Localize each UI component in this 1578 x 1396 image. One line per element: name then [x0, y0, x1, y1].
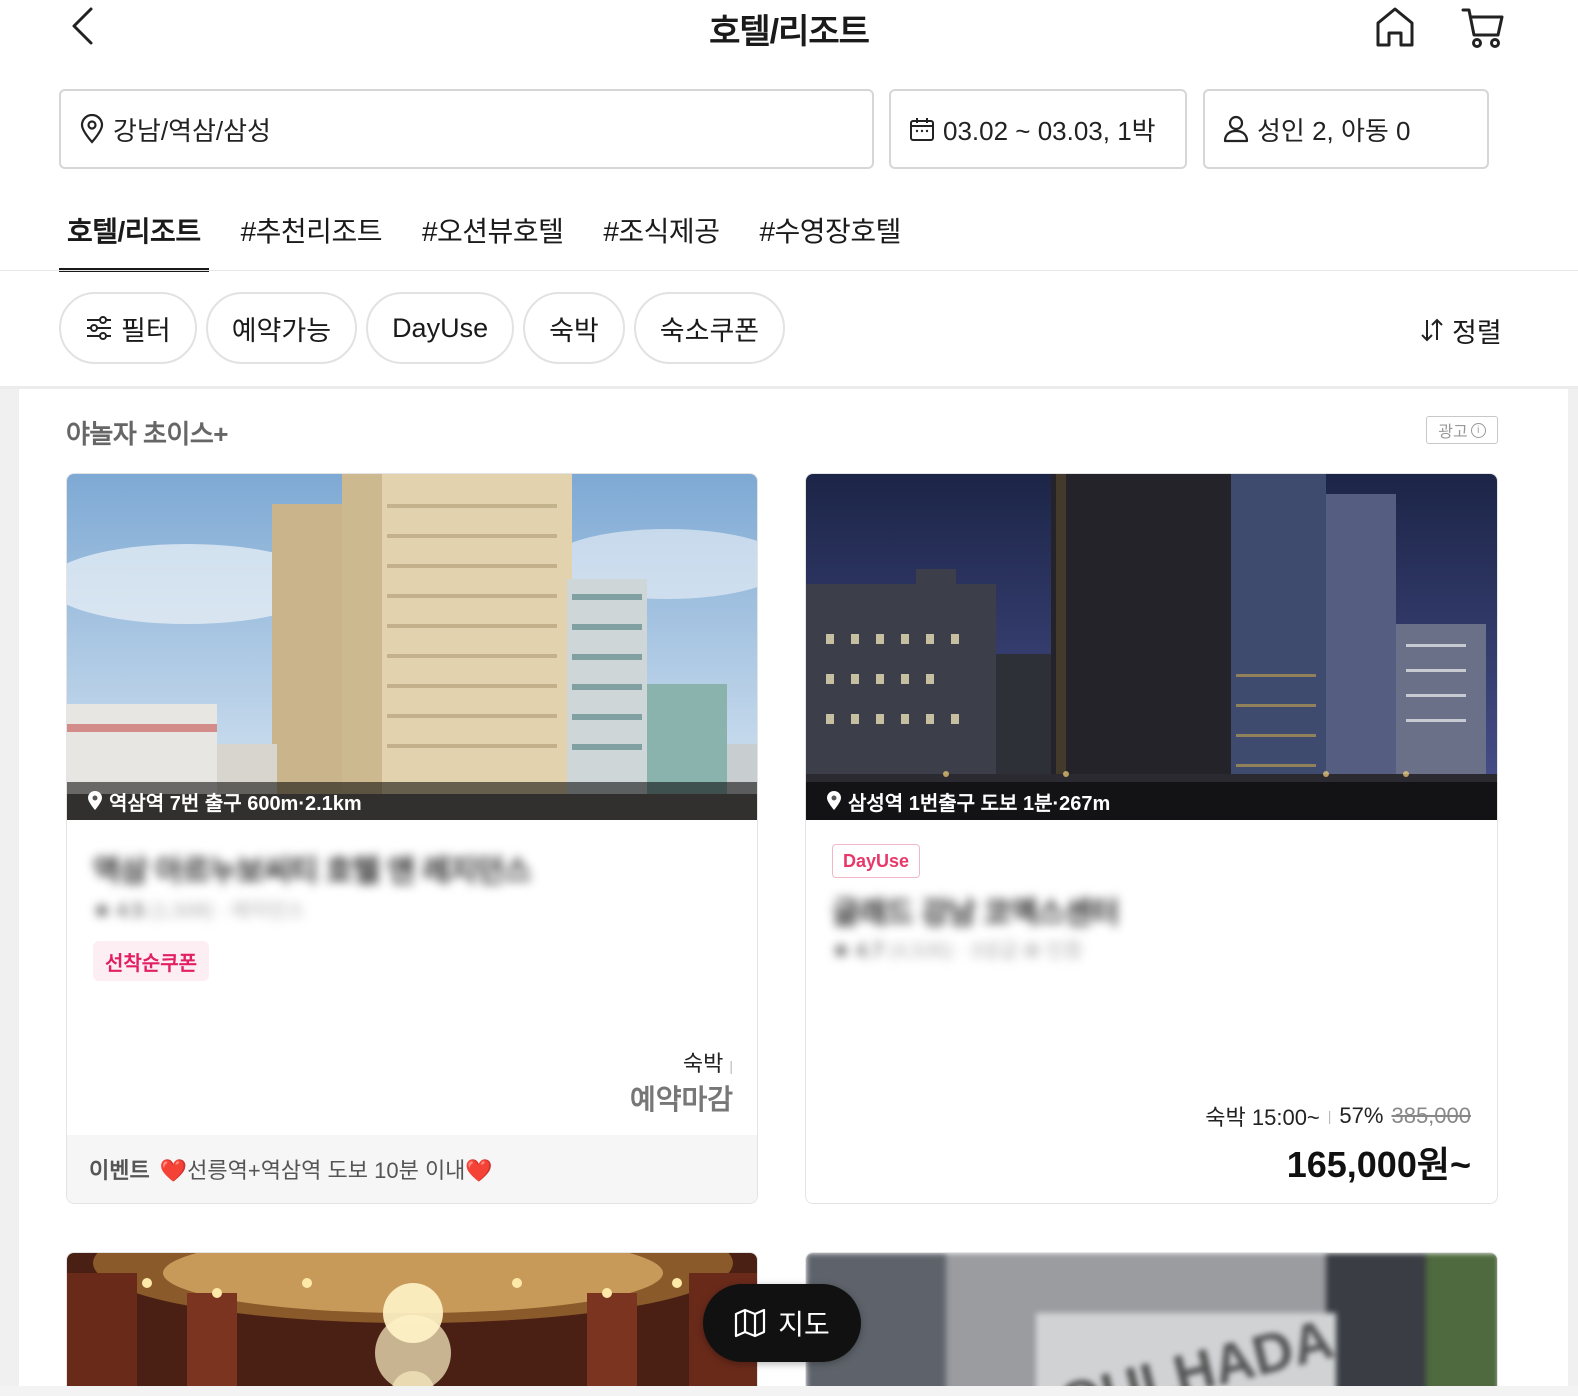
location-value: 강남/역삼/삼성: [113, 115, 271, 146]
chip-coupon[interactable]: 숙소쿠폰: [633, 292, 786, 364]
date-field[interactable]: 03.02 ~ 03.03, 1박: [889, 89, 1187, 169]
sort-arrows-icon: [1421, 318, 1443, 342]
filter-label: 필터: [121, 315, 171, 346]
review-count: (1,508): [149, 900, 214, 922]
category-tabs: 호텔/리조트 #추천리조트 #오션뷰호텔 #조식제공 #수영장호텔: [59, 196, 933, 272]
home-button[interactable]: [1370, 2, 1420, 52]
tabs-divider: [0, 270, 1578, 271]
filter-button[interactable]: 필터: [59, 292, 197, 364]
tab-recommended-resort[interactable]: #추천리조트: [233, 196, 390, 272]
cart-button[interactable]: [1458, 2, 1508, 52]
map-pin-icon: [88, 791, 102, 810]
hotel-category: · 레지던스: [218, 900, 305, 922]
rating-row: ★ 4.5 (1,508) · 레지던스: [93, 894, 305, 923]
location-field[interactable]: 강남/역삼/삼성: [59, 89, 874, 169]
section-title: 야놀자 초이스+: [66, 419, 228, 449]
event-label: 이벤트: [89, 1158, 150, 1183]
hotel-card[interactable]: OULHADA: [805, 1252, 1498, 1396]
dayuse-badge: DayUse: [832, 844, 921, 878]
hotel-card[interactable]: 역삼역 7번 출구 600m·2.1km 역삼 아르누보씨티 호텔 앤 레지던스…: [66, 473, 758, 1204]
separator: |: [729, 1058, 733, 1074]
separator: |: [1327, 1108, 1332, 1124]
hotel-name: 역삼 아르누보씨티 호텔 앤 레지던스: [93, 855, 531, 888]
price-type-label: 숙박 15:00~: [1205, 1105, 1320, 1130]
hotel-photo: 삼성역 1번출구 도보 1분·267m: [806, 474, 1497, 820]
location-text: 역삼역 7번 출구 600m·2.1km: [109, 792, 362, 815]
calendar-icon: [910, 118, 934, 141]
hotel-photo: [67, 1253, 757, 1396]
rating-value: ★ 4.7: [832, 940, 884, 962]
sold-out-status: 예약마감: [629, 1084, 733, 1115]
info-icon: i: [1470, 422, 1486, 438]
original-price: 385,000: [1391, 1103, 1471, 1128]
event-bar: 이벤트 ❤️선릉역+역삼역 도보 10분 이내❤️: [67, 1135, 757, 1203]
discount-rate: 57%: [1339, 1103, 1384, 1128]
hotel-photo: OULHADA: [806, 1253, 1497, 1396]
map-icon: [735, 1308, 766, 1338]
person-icon: [1223, 115, 1249, 143]
top-header: 호텔/리조트: [0, 0, 1578, 60]
sort-button[interactable]: 정렬: [1420, 308, 1502, 352]
hotel-photo: 역삼역 7번 출구 600m·2.1km: [67, 474, 757, 820]
map-pin-icon: [827, 791, 841, 810]
review-count: (4,535): [888, 940, 953, 962]
page-title: 호텔/리조트: [709, 13, 870, 51]
content-gutter-right: [1568, 389, 1578, 1396]
hotel-card[interactable]: [66, 1252, 758, 1396]
filter-chips: 필터 예약가능 DayUse 숙박 숙소쿠폰: [59, 292, 794, 364]
sale-price: 165,000원~: [1286, 1144, 1471, 1185]
ad-label: 광고: [1438, 424, 1468, 441]
tab-breakfast[interactable]: #조식제공: [595, 196, 727, 272]
hotel-card[interactable]: 삼성역 1번출구 도보 1분·267m DayUse 글래드 강남 코엑스센터 …: [805, 473, 1498, 1204]
coupon-badge: 선착순쿠폰: [93, 941, 209, 981]
chip-dayuse[interactable]: DayUse: [366, 292, 515, 364]
location-overlay: 삼성역 1번출구 도보 1분·267m: [806, 782, 1497, 820]
certified-badge: ✿ 인증: [1023, 940, 1083, 962]
price-type: 숙박 |: [683, 1046, 733, 1078]
price-line: 숙박 15:00~ | 57% 385,000: [1205, 1100, 1471, 1132]
guest-field[interactable]: 성인 2, 아동 0: [1203, 89, 1489, 169]
chip-available[interactable]: 예약가능: [205, 292, 358, 364]
hotel-category: · 3성급: [957, 940, 1018, 962]
content-gutter-left: [0, 389, 19, 1396]
sliders-icon: [87, 316, 111, 340]
ad-badge[interactable]: 광고 i: [1426, 416, 1498, 444]
cart-icon: [1461, 8, 1504, 48]
map-label: 지도: [778, 1309, 830, 1340]
location-text: 삼성역 1번출구 도보 1분·267m: [848, 792, 1111, 815]
map-button[interactable]: 지도: [703, 1284, 861, 1362]
guest-value: 성인 2, 아동 0: [1257, 115, 1411, 146]
rating-value: ★ 4.5: [93, 900, 145, 922]
rating-row: ★ 4.7 (4,535) · 3성급 ✿ 인증: [832, 934, 1083, 963]
hotel-name: 글래드 강남 코엑스센터: [832, 897, 1119, 930]
home-icon: [1376, 7, 1414, 47]
tab-pool-hotel[interactable]: #수영장호텔: [751, 196, 908, 272]
date-value: 03.02 ~ 03.03, 1박: [943, 115, 1156, 146]
price-type-label: 숙박: [682, 1051, 724, 1076]
tab-ocean-view[interactable]: #오션뷰호텔: [414, 196, 571, 272]
chip-overnight[interactable]: 숙박: [523, 292, 625, 364]
event-text: ❤️선릉역+역삼역 도보 10분 이내❤️: [159, 1158, 493, 1183]
sort-label: 정렬: [1452, 317, 1502, 348]
tab-hotel-resort[interactable]: 호텔/리조트: [59, 196, 209, 272]
location-overlay: 역삼역 7번 출구 600m·2.1km: [67, 782, 757, 820]
bottom-edge: [0, 1386, 1578, 1396]
map-pin-icon: [80, 114, 104, 144]
